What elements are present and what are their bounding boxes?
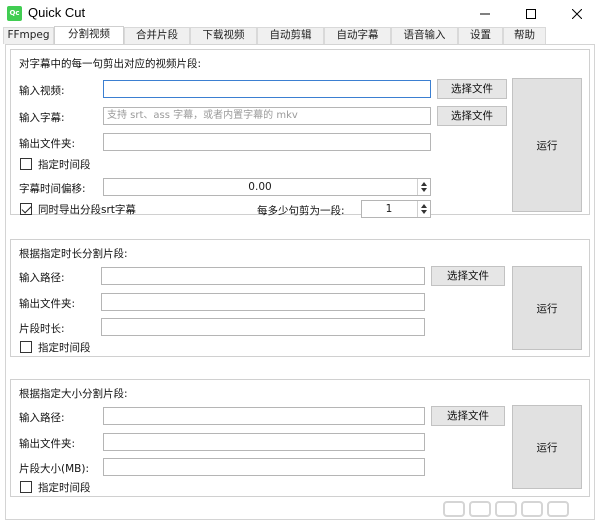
size-split-title: 根据指定大小分割片段: xyxy=(19,388,128,400)
title-bar: Qc Quick Cut xyxy=(0,0,600,28)
tab-ffmpeg[interactable]: FFmpeg xyxy=(3,27,54,44)
close-icon xyxy=(572,9,582,19)
clip-size-label: 片段大小(MB): xyxy=(19,463,89,475)
subtitle-split-group: 对字幕中的每一句剪出对应的视频片段: 输入视频: 选择文件 输入字幕: 支持 s… xyxy=(10,49,590,218)
tab-bar: FFmpeg 分割视频 合并片段 下载视频 自动剪辑 自动字幕 语音输入 设置 … xyxy=(0,26,600,45)
run-button[interactable]: 运行 xyxy=(512,78,582,212)
time-range-label: 指定时间段 xyxy=(38,159,91,171)
window-title: Quick Cut xyxy=(28,5,86,20)
sentences-per-clip-label: 每多少句剪为一段: xyxy=(257,205,345,217)
tab-split-video[interactable]: 分割视频 xyxy=(54,26,124,45)
choose-file-button[interactable]: 选择文件 xyxy=(431,266,505,286)
input-path-field[interactable] xyxy=(101,267,425,285)
tab-auto-edit[interactable]: 自动剪辑 xyxy=(257,27,324,44)
spin-down-icon[interactable] xyxy=(421,210,427,214)
spin-up-icon[interactable] xyxy=(421,182,427,186)
sentences-per-clip-spinbox[interactable]: 1 xyxy=(361,200,431,218)
run-button[interactable]: 运行 xyxy=(512,405,582,489)
tab-help[interactable]: 帮助 xyxy=(503,27,546,44)
split-video-panel: 对字幕中的每一句剪出对应的视频片段: 输入视频: 选择文件 输入字幕: 支持 s… xyxy=(5,44,595,520)
subtitle-offset-label: 字幕时间偏移: xyxy=(19,183,86,195)
tab-auto-subtitle[interactable]: 自动字幕 xyxy=(324,27,391,44)
time-range-checkbox[interactable] xyxy=(20,341,32,353)
clip-duration-field[interactable] xyxy=(101,318,425,336)
subtitle-split-title: 对字幕中的每一句剪出对应的视频片段: xyxy=(19,58,202,70)
input-subtitle-field[interactable]: 支持 srt、ass 字幕，或者内置字幕的 mkv xyxy=(103,107,431,125)
spin-arrows[interactable] xyxy=(417,201,430,217)
size-split-group: 根据指定大小分割片段: 输入路径: 选择文件 输出文件夹: 片段大小(MB): … xyxy=(10,379,590,497)
run-button[interactable]: 运行 xyxy=(512,266,582,350)
app-logo-icon: Qc xyxy=(7,6,22,21)
time-range-checkbox[interactable] xyxy=(20,481,32,493)
output-folder-label: 输出文件夹: xyxy=(19,298,76,310)
choose-subtitle-button[interactable]: 选择文件 xyxy=(437,106,507,126)
choose-video-button[interactable]: 选择文件 xyxy=(437,79,507,99)
clip-duration-label: 片段时长: xyxy=(19,323,65,335)
subtitle-offset-value: 0.00 xyxy=(248,181,272,193)
sentences-per-clip-value: 1 xyxy=(385,203,393,215)
minimize-icon xyxy=(480,13,490,15)
export-srt-label: 同时导出分段srt字幕 xyxy=(38,204,136,216)
spin-up-icon[interactable] xyxy=(421,204,427,208)
subtitle-offset-spinbox[interactable]: 0.00 xyxy=(103,178,431,196)
spin-arrows[interactable] xyxy=(417,179,430,195)
input-path-label: 输入路径: xyxy=(19,412,65,424)
tab-download-video[interactable]: 下载视频 xyxy=(190,27,257,44)
spin-down-icon[interactable] xyxy=(421,188,427,192)
time-range-label: 指定时间段 xyxy=(38,482,91,494)
input-video-field[interactable] xyxy=(103,80,431,98)
time-range-checkbox[interactable] xyxy=(20,158,32,170)
output-folder-label: 输出文件夹: xyxy=(19,138,76,150)
maximize-icon xyxy=(526,9,536,19)
output-folder-field[interactable] xyxy=(103,433,425,451)
input-path-label: 输入路径: xyxy=(19,272,65,284)
output-folder-field[interactable] xyxy=(101,293,425,311)
tab-voice-input[interactable]: 语音输入 xyxy=(391,27,458,44)
tab-merge-clips[interactable]: 合并片段 xyxy=(124,27,190,44)
output-folder-field[interactable] xyxy=(103,133,431,151)
minimize-button[interactable] xyxy=(462,0,508,28)
watermark-logo-icon xyxy=(443,501,569,517)
input-subtitle-label: 输入字幕: xyxy=(19,112,65,124)
input-video-label: 输入视频: xyxy=(19,85,65,97)
subtitle-placeholder: 支持 srt、ass 字幕，或者内置字幕的 mkv xyxy=(107,110,298,121)
clip-size-field[interactable] xyxy=(103,458,425,476)
maximize-button[interactable] xyxy=(508,0,554,28)
duration-split-title: 根据指定时长分割片段: xyxy=(19,248,128,260)
choose-file-button[interactable]: 选择文件 xyxy=(431,406,505,426)
close-button[interactable] xyxy=(554,0,600,28)
tab-settings[interactable]: 设置 xyxy=(458,27,503,44)
time-range-label: 指定时间段 xyxy=(38,342,91,354)
input-path-field[interactable] xyxy=(103,407,425,425)
duration-split-group: 根据指定时长分割片段: 输入路径: 选择文件 输出文件夹: 片段时长: 指定时间… xyxy=(10,239,590,357)
export-srt-checkbox[interactable] xyxy=(20,203,32,215)
output-folder-label: 输出文件夹: xyxy=(19,438,76,450)
